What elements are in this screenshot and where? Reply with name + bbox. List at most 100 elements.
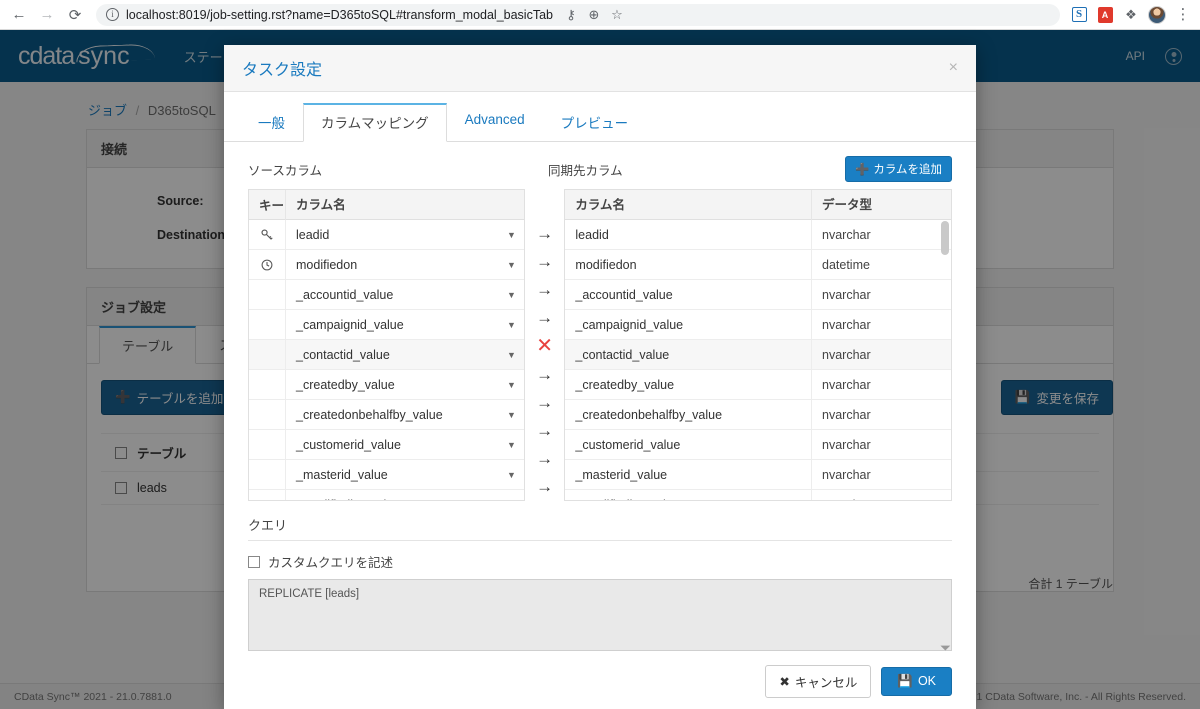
- back-icon[interactable]: ←: [6, 2, 32, 28]
- key-icon[interactable]: ⚷: [560, 4, 582, 26]
- modal-tabs: 一般 カラムマッピング Advanced プレビュー: [224, 92, 976, 142]
- close-icon[interactable]: ×: [949, 60, 958, 76]
- forward-icon[interactable]: →: [34, 2, 60, 28]
- source-column-name: _modifiedby_value: [296, 498, 507, 501]
- tab-general[interactable]: 一般: [240, 103, 303, 142]
- destination-data-type: datetime: [811, 249, 951, 280]
- custom-query-checkbox[interactable]: [248, 555, 260, 568]
- source-row[interactable]: _contactid_value ▼: [249, 339, 524, 370]
- source-column-select[interactable]: modifiedon ▼: [285, 249, 524, 280]
- custom-query-row[interactable]: カスタムクエリを記述: [248, 552, 952, 571]
- query-textarea[interactable]: [248, 579, 952, 651]
- omnibox-actions: ⚷ ⊕ ☆: [560, 4, 632, 26]
- reload-icon[interactable]: ⟳: [62, 2, 88, 28]
- add-column-button[interactable]: ➕ カラムを追加: [845, 156, 952, 182]
- ok-label: OK: [917, 674, 936, 688]
- extension-pdf-icon[interactable]: A: [1094, 4, 1116, 26]
- source-row[interactable]: _createdby_value ▼: [249, 369, 524, 400]
- destination-column-name: _customerid_value: [575, 437, 681, 452]
- chevron-down-icon[interactable]: ▼: [507, 320, 516, 330]
- source-row[interactable]: modifiedon ▼: [249, 249, 524, 280]
- profile-avatar[interactable]: [1146, 4, 1168, 26]
- plus-icon: ➕: [855, 164, 870, 176]
- mapping-arrow-icon[interactable]: →: [525, 360, 565, 388]
- source-column-select[interactable]: leadid ▼: [285, 219, 524, 250]
- destination-row[interactable]: _modifiedby_valuenvarchar: [565, 489, 951, 500]
- header-data-type: データ型: [811, 190, 951, 220]
- source-column-select[interactable]: _createdonbehalfby_value ▼: [285, 399, 524, 430]
- source-column-select[interactable]: _accountid_value ▼: [285, 279, 524, 310]
- chevron-down-icon[interactable]: ▼: [507, 290, 516, 300]
- source-column-select[interactable]: _modifiedby_value▼: [285, 489, 524, 501]
- source-row[interactable]: _customerid_value ▼: [249, 429, 524, 460]
- source-row[interactable]: leadid ▼: [249, 219, 524, 250]
- source-table-header: キー カラム名: [249, 190, 524, 220]
- destination-row[interactable]: _campaignid_value nvarchar: [565, 309, 951, 340]
- source-row[interactable]: _modifiedby_value▼: [249, 489, 524, 501]
- mapping-remove-icon[interactable]: ✕: [525, 332, 565, 360]
- scrollbar-thumb[interactable]: [941, 221, 949, 255]
- mapping-arrow-icon[interactable]: →: [525, 473, 565, 501]
- query-title: クエリ: [248, 515, 952, 541]
- browser-menu-icon[interactable]: ⋮: [1172, 4, 1194, 26]
- tab-advanced[interactable]: Advanced: [447, 103, 543, 142]
- source-row[interactable]: _createdonbehalfby_value ▼: [249, 399, 524, 430]
- source-column-name: _contactid_value: [296, 347, 390, 362]
- mapping-arrow-icon[interactable]: →: [525, 275, 565, 303]
- source-row[interactable]: _campaignid_value ▼: [249, 309, 524, 340]
- destination-row[interactable]: _createdby_value nvarchar: [565, 369, 951, 400]
- source-column-select[interactable]: _customerid_value ▼: [285, 429, 524, 460]
- chevron-down-icon[interactable]: ▼: [507, 380, 516, 390]
- destination-data-type: nvarchar: [811, 339, 951, 370]
- source-row[interactable]: _masterid_value ▼: [249, 459, 524, 490]
- destination-row[interactable]: _customerid_value nvarchar: [565, 429, 951, 460]
- source-column-name: _campaignid_value: [296, 317, 404, 332]
- source-column-select[interactable]: _createdby_value ▼: [285, 369, 524, 400]
- mapping-labels: ソースカラム 同期先カラム ➕ カラムを追加: [248, 156, 952, 182]
- destination-row[interactable]: _contactid_value nvarchar: [565, 339, 951, 370]
- destination-row[interactable]: leadid nvarchar: [565, 219, 951, 250]
- extension-s-icon[interactable]: S: [1068, 4, 1090, 26]
- chevron-down-icon[interactable]: ▼: [507, 500, 516, 501]
- save-icon: 💾: [897, 673, 913, 688]
- chevron-down-icon[interactable]: ▼: [507, 260, 516, 270]
- ok-button[interactable]: 💾 OK: [881, 666, 952, 696]
- custom-query-label: カスタムクエリを記述: [268, 556, 394, 570]
- mapping-arrow-icon[interactable]: →: [525, 219, 565, 247]
- mapping-arrow-icon[interactable]: →: [525, 388, 565, 416]
- destination-row[interactable]: _createdonbehalfby_value nvarchar: [565, 399, 951, 430]
- star-icon[interactable]: ☆: [606, 4, 628, 26]
- chevron-down-icon[interactable]: ▼: [507, 350, 516, 360]
- destination-row[interactable]: _masterid_value nvarchar: [565, 459, 951, 490]
- destination-column-name: _masterid_value: [575, 467, 668, 482]
- source-column-select[interactable]: _masterid_value ▼: [285, 459, 524, 490]
- chevron-down-icon[interactable]: ▼: [507, 410, 516, 420]
- mapping-arrow-icon[interactable]: →: [525, 247, 565, 275]
- zoom-icon[interactable]: ⊕: [583, 4, 605, 26]
- query-section: クエリ カスタムクエリを記述 ◢: [248, 515, 952, 653]
- puzzle-icon[interactable]: ❖: [1120, 4, 1142, 26]
- extension-pdf-glyph: A: [1097, 6, 1113, 23]
- address-bar[interactable]: i localhost:8019/job-setting.rst?name=D3…: [96, 3, 1060, 26]
- cancel-button[interactable]: ✖ キャンセル: [765, 664, 872, 698]
- chevron-down-icon[interactable]: ▼: [507, 440, 516, 450]
- source-row[interactable]: _accountid_value ▼: [249, 279, 524, 310]
- mapping-arrow-icon[interactable]: →: [525, 304, 565, 332]
- destination-row[interactable]: _accountid_value nvarchar: [565, 279, 951, 310]
- site-info-icon[interactable]: i: [106, 8, 119, 21]
- chevron-down-icon[interactable]: ▼: [507, 230, 516, 240]
- destination-data-type: nvarchar: [811, 369, 951, 400]
- mapping-arrow-icon[interactable]: →: [525, 445, 565, 473]
- key-icon: [249, 228, 285, 242]
- tab-column-mapping[interactable]: カラムマッピング: [303, 103, 447, 142]
- destination-column-name: _contactid_value: [575, 347, 670, 362]
- mapping-arrow-icon[interactable]: →: [525, 416, 565, 444]
- tab-preview[interactable]: プレビュー: [543, 103, 647, 142]
- source-column-name: modifiedon: [296, 257, 358, 272]
- header-source-name: カラム名: [285, 190, 524, 220]
- table-scrollbar[interactable]: [941, 221, 949, 498]
- destination-row[interactable]: modifiedon datetime: [565, 249, 951, 280]
- chevron-down-icon[interactable]: ▼: [507, 470, 516, 480]
- source-column-select[interactable]: _campaignid_value ▼: [285, 309, 524, 340]
- source-column-select[interactable]: _contactid_value ▼: [285, 339, 524, 370]
